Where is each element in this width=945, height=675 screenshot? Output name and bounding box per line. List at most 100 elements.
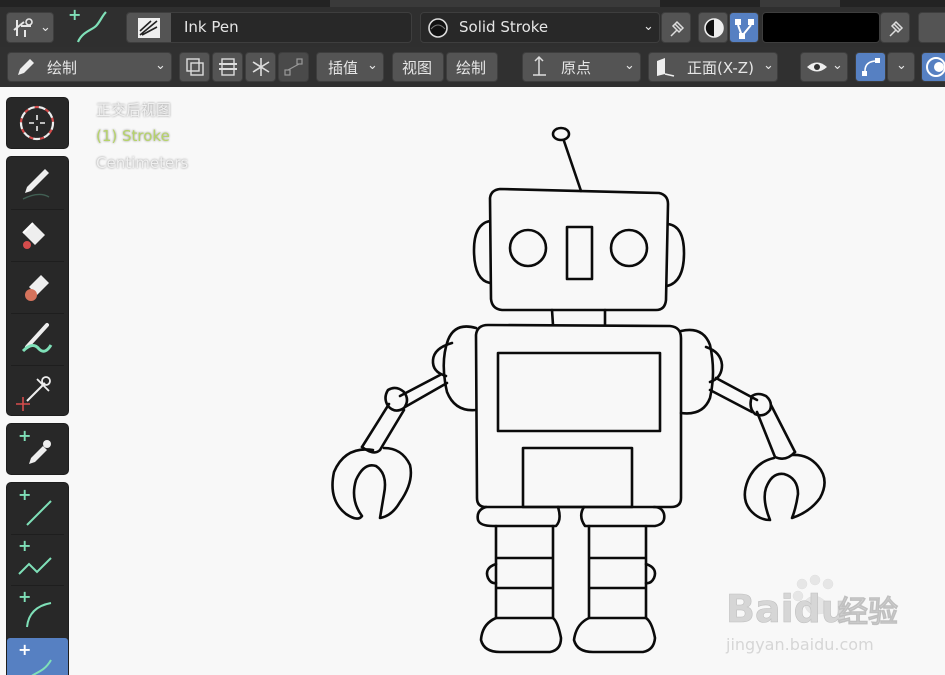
visibility-dropdown[interactable]: ⌄ — [800, 52, 848, 82]
robot-shoulder — [679, 328, 715, 415]
overlay-icon — [926, 57, 945, 77]
edit-lines-button[interactable] — [212, 52, 243, 82]
chevron-down-icon: ⌄ — [367, 58, 378, 73]
paint-tool-group — [6, 156, 69, 416]
stroke-placement-dropdown[interactable]: 原点 ⌄ — [522, 52, 641, 82]
overlay-toggle[interactable] — [921, 52, 945, 82]
editor-tab[interactable] — [330, 0, 660, 7]
object-name: (1) Stroke — [96, 127, 170, 145]
erase-tool-button[interactable] — [7, 261, 68, 311]
line-tool-button[interactable]: + — [7, 483, 68, 533]
polyline-tool-button[interactable]: + — [7, 534, 68, 584]
guides-dropdown[interactable]: ⌄ — [887, 52, 915, 82]
chevron-down-icon: ⌄ — [896, 58, 907, 73]
freeze-button[interactable] — [245, 52, 276, 82]
line-icon: + — [18, 487, 52, 526]
plane-label: 正面(X-Z) — [687, 59, 754, 77]
upper-arm — [708, 376, 759, 414]
material-name: Solid Stroke — [459, 18, 549, 36]
upper-arm — [398, 373, 449, 409]
eyedropper-tool-button[interactable]: + — [7, 424, 68, 474]
arc-icon: + — [18, 589, 52, 628]
left-foot — [479, 616, 563, 654]
cursor-tool-group — [6, 97, 69, 149]
antenna-ball — [551, 126, 571, 142]
erase-icon — [25, 275, 49, 301]
chevron-down-icon: ⌄ — [155, 58, 166, 73]
material-color-icon — [704, 18, 724, 38]
knee-right — [644, 562, 657, 585]
hip-left — [476, 505, 561, 528]
plane-icon — [657, 58, 675, 77]
svg-text:+: + — [18, 589, 31, 606]
pin-button[interactable] — [880, 12, 910, 43]
robot-neck — [550, 308, 607, 327]
cursor-tool-button[interactable] — [7, 98, 68, 148]
color-swatch[interactable] — [762, 12, 880, 43]
view-name: 正交后视图 — [96, 101, 172, 119]
antenna — [562, 139, 583, 193]
robot-ear — [665, 222, 686, 288]
pin-icon — [670, 20, 685, 37]
belly-panel — [521, 446, 634, 509]
brush-preview[interactable] — [127, 13, 171, 42]
guides-toggle[interactable] — [855, 52, 886, 82]
chest-panel — [496, 351, 662, 433]
left-leg — [494, 524, 555, 620]
edit-lines-icon — [219, 58, 237, 76]
knee-left — [485, 562, 498, 585]
watermark-suffix: 经验 — [838, 595, 898, 630]
fill-icon — [22, 222, 45, 249]
tool-header: ⌄ + Ink Pen Solid Stroke ⌄ — [0, 0, 945, 47]
unit-system: Centimeters — [96, 154, 189, 172]
origin-label: 原点 — [561, 59, 592, 77]
primitive-tool-group: + + + + — [6, 482, 69, 675]
curve-edit-button[interactable] — [278, 52, 309, 82]
multiframe-button[interactable] — [179, 52, 210, 82]
eyedropper-icon: + — [18, 428, 51, 464]
right-foot — [572, 616, 657, 654]
robot-ear — [472, 219, 492, 285]
cutter-tool-button[interactable] — [7, 365, 68, 415]
svg-text:+: + — [18, 538, 31, 555]
fill-tool-button[interactable] — [7, 209, 68, 259]
robot-nose — [565, 225, 594, 281]
draw-menu-label: 绘制 — [456, 59, 487, 77]
draw-menu[interactable]: 绘制 — [446, 52, 498, 82]
wrist — [360, 445, 382, 454]
material-selector[interactable]: Solid Stroke ⌄ — [420, 12, 660, 43]
curve-icon: + — [18, 642, 52, 675]
overflow-button[interactable] — [918, 12, 945, 43]
pin-button[interactable] — [661, 12, 691, 43]
editor-tab-strip — [0, 0, 945, 7]
robot-body — [474, 323, 683, 509]
arc-tool-button[interactable]: + — [7, 585, 68, 635]
color-mode-vertex-button[interactable] — [729, 12, 759, 43]
eye-icon — [807, 62, 827, 72]
multiframe-icon — [186, 58, 204, 76]
curve-tool-icon: + — [68, 6, 107, 43]
elbow — [384, 386, 409, 412]
watermark-brand: Baidu — [726, 587, 848, 631]
origin-icon — [533, 55, 546, 76]
eyedropper-tool-group: + — [6, 423, 69, 475]
mode-dropdown[interactable]: 绘制 ⌄ — [7, 52, 172, 82]
grease-pencil-editor-icon — [13, 18, 33, 37]
brush-name: Ink Pen — [184, 18, 239, 36]
chevron-down-icon: ⌄ — [763, 58, 774, 73]
curve-tool-button[interactable]: + — [7, 638, 68, 675]
draw-tool-button[interactable] — [7, 157, 68, 207]
watermark-url: jingyan.baidu.com — [725, 635, 874, 654]
editor-type-dropdown[interactable]: ⌄ — [6, 12, 54, 43]
editor-tab[interactable] — [760, 0, 840, 7]
guides-icon — [862, 58, 880, 76]
tint-tool-button[interactable] — [7, 313, 68, 363]
svg-text:+: + — [18, 642, 31, 659]
drawing-plane-dropdown[interactable]: 正面(X-Z) ⌄ — [648, 52, 778, 82]
interpolate-menu[interactable]: 插值 ⌄ — [316, 52, 384, 82]
svg-text:+: + — [68, 6, 81, 24]
view-menu[interactable]: 视图 — [392, 52, 444, 82]
brush-selector[interactable]: Ink Pen — [126, 12, 412, 43]
color-mode-material-button[interactable] — [698, 12, 728, 43]
robot-eye — [508, 228, 548, 268]
